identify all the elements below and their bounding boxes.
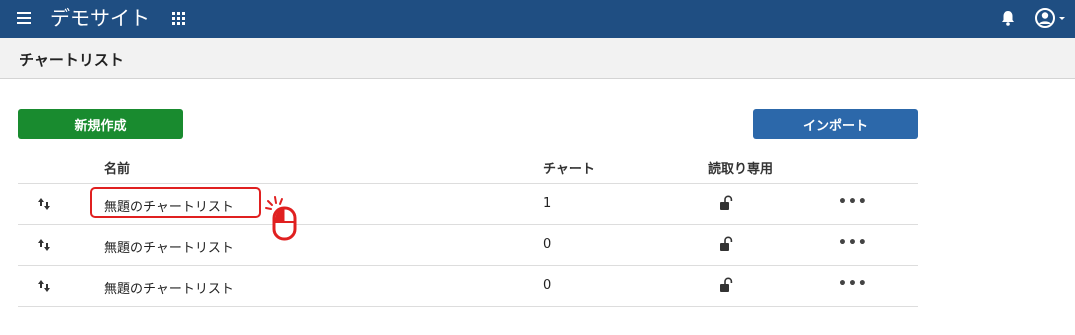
chart-count: 0: [543, 237, 552, 252]
column-header-name[interactable]: 名前: [104, 158, 130, 177]
user-account-icon[interactable]: [1034, 7, 1070, 29]
site-title[interactable]: デモサイト: [50, 5, 150, 31]
apps-grid-icon[interactable]: [172, 12, 187, 27]
column-header-readonly[interactable]: 読取り専用: [708, 158, 773, 177]
chart-count: 1: [543, 196, 552, 211]
unlock-icon[interactable]: [719, 277, 733, 293]
top-navbar: デモサイト: [0, 0, 1075, 38]
bell-icon[interactable]: [1001, 10, 1015, 26]
hamburger-menu-icon[interactable]: [17, 12, 31, 24]
page-header: チャートリスト: [0, 38, 1075, 79]
unlock-icon[interactable]: [719, 236, 733, 252]
column-header-chart[interactable]: チャート: [543, 158, 595, 177]
new-chartlist-button[interactable]: 新規作成: [18, 109, 183, 139]
sort-handle-icon[interactable]: [37, 279, 51, 293]
sort-handle-icon[interactable]: [37, 197, 51, 211]
chartlist-name-link[interactable]: 無題のチャートリスト: [104, 278, 234, 297]
table-row: 無題のチャートリスト 0 •••: [18, 266, 918, 307]
sort-handle-icon[interactable]: [37, 238, 51, 252]
unlock-icon[interactable]: [719, 195, 733, 211]
import-button[interactable]: インポート: [753, 109, 918, 139]
chartlist-name-link[interactable]: 無題のチャートリスト: [104, 237, 234, 256]
more-options-icon[interactable]: •••: [838, 236, 867, 251]
click-highlight-box: [90, 187, 261, 218]
page-title: チャートリスト: [19, 51, 124, 69]
table-row: 無題のチャートリスト 0 •••: [18, 225, 918, 266]
more-options-icon[interactable]: •••: [838, 195, 867, 210]
chart-count: 0: [543, 278, 552, 293]
mouse-click-icon: [265, 196, 297, 241]
more-options-icon[interactable]: •••: [838, 277, 867, 292]
